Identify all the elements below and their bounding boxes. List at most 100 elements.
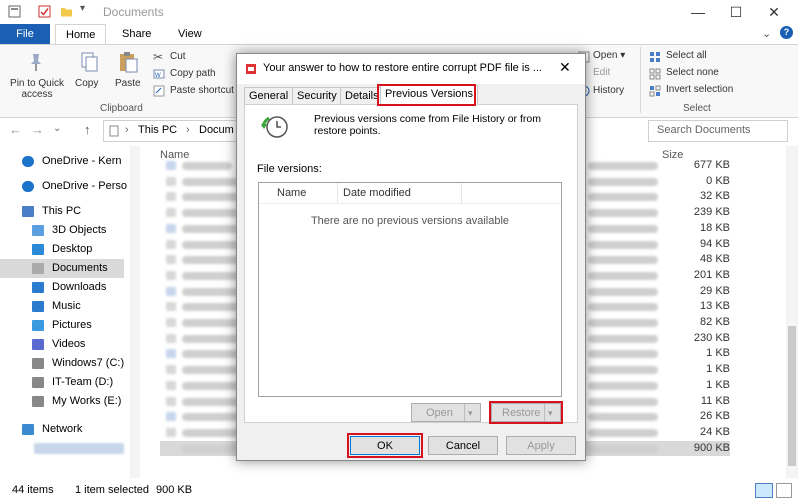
- column-divider: [337, 183, 338, 203]
- sidebar-item-music[interactable]: Music: [0, 297, 130, 316]
- file-type-blurred: [588, 177, 658, 186]
- cancel-button[interactable]: Cancel: [428, 436, 498, 455]
- search-input[interactable]: Search Documents: [648, 120, 788, 142]
- large-icons-view-icon[interactable]: [776, 483, 792, 498]
- network-computer-item[interactable]: [34, 443, 124, 454]
- pin-to-quick-access-button[interactable]: Pin to Quick access: [7, 78, 67, 100]
- versions-col-name[interactable]: Name: [277, 187, 306, 199]
- edit-button[interactable]: Edit: [593, 67, 610, 78]
- close-window-button[interactable]: ✕: [754, 2, 794, 22]
- up-icon[interactable]: ↑: [84, 122, 91, 137]
- document-icon: [32, 263, 44, 274]
- address-bar[interactable]: › This PC › Docum: [103, 120, 237, 142]
- sidebar-item-onedrive-kern[interactable]: OneDrive - Kern: [0, 152, 130, 171]
- file-type-blurred: [588, 397, 658, 406]
- file-size: 11 KB: [700, 394, 730, 407]
- copy-path-button[interactable]: Copy path: [170, 68, 216, 79]
- restore-highlight: [489, 401, 563, 424]
- file-type-blurred: [588, 428, 658, 437]
- tab-view[interactable]: View: [168, 24, 212, 44]
- pin-icon: [31, 54, 41, 71]
- tab-home[interactable]: Home: [55, 24, 107, 44]
- file-size: 32 KB: [700, 190, 730, 203]
- file-size: 82 KB: [700, 316, 730, 328]
- tab-file[interactable]: File: [0, 24, 50, 44]
- sidebar-item-label: Pictures: [52, 319, 92, 331]
- maximize-button[interactable]: ☐: [716, 2, 756, 22]
- open-label: Open: [593, 50, 618, 61]
- qat-dropdown-icon[interactable]: ▾: [80, 3, 85, 14]
- details-view-icon[interactable]: [755, 483, 773, 498]
- select-all-button[interactable]: Select all: [666, 50, 707, 61]
- back-icon[interactable]: ←: [9, 122, 22, 137]
- apply-button[interactable]: Apply: [506, 436, 576, 455]
- sidebar-item-videos[interactable]: Videos: [0, 335, 130, 354]
- sidebar-item-label: IT-Team (D:): [52, 376, 114, 388]
- file-icon: [166, 427, 176, 437]
- sidebar-item-label: This PC: [42, 205, 82, 217]
- versions-list[interactable]: Name Date modified There are no previous…: [258, 182, 562, 397]
- forward-icon[interactable]: →: [31, 122, 44, 137]
- select-none-icon: [649, 68, 661, 80]
- sidebar-item-label: OneDrive - Perso: [42, 180, 127, 192]
- new-folder-icon[interactable]: [60, 5, 73, 18]
- paste-button[interactable]: Paste: [115, 78, 141, 89]
- sidebar-item-this-pc[interactable]: This PC: [0, 202, 130, 221]
- versions-col-date[interactable]: Date modified: [343, 187, 411, 199]
- sidebar-item-it-team-d[interactable]: IT-Team (D:): [0, 373, 130, 392]
- help-icon[interactable]: ?: [780, 26, 793, 39]
- tab-share[interactable]: Share: [112, 24, 161, 44]
- info-text: Previous versions come from File History…: [314, 113, 569, 137]
- invert-selection-button[interactable]: Invert selection: [666, 84, 733, 95]
- open-version-button[interactable]: Open ▾: [411, 403, 481, 422]
- file-list-scrollbar[interactable]: [786, 146, 798, 478]
- recent-locations-icon[interactable]: ⌄: [53, 123, 61, 134]
- invert-selection-icon: [649, 85, 661, 97]
- file-icon: [166, 239, 176, 249]
- file-size: 13 KB: [700, 300, 730, 313]
- path-this-pc[interactable]: This PC: [138, 124, 177, 136]
- sidebar-item-pictures[interactable]: Pictures: [0, 316, 130, 335]
- sidebar-item-my-works-e[interactable]: My Works (E:): [0, 392, 130, 411]
- history-button[interactable]: History: [593, 85, 624, 96]
- tab-general[interactable]: General: [244, 87, 294, 105]
- sidebar-item-downloads[interactable]: Downloads: [0, 278, 130, 297]
- open-button[interactable]: Open ▾: [593, 50, 625, 61]
- dialog-close-icon[interactable]: ✕: [559, 59, 571, 76]
- file-size: 230 KB: [693, 331, 730, 344]
- sidebar-item-3d-objects[interactable]: 3D Objects: [0, 221, 130, 240]
- open-version-label: Open: [426, 407, 453, 419]
- cube-icon: [32, 225, 44, 236]
- cloud-icon: [22, 181, 34, 192]
- scrollbar-thumb[interactable]: [788, 326, 796, 466]
- path-documents[interactable]: Docum: [199, 124, 234, 136]
- column-divider: [461, 183, 462, 203]
- dialog-title: Your answer to how to restore entire cor…: [263, 62, 542, 74]
- file-size: 18 KB: [700, 221, 730, 234]
- cut-button[interactable]: Cut: [170, 51, 186, 62]
- file-type-blurred: [588, 240, 658, 249]
- sidebar-item-onedrive-perso[interactable]: OneDrive - Perso: [0, 177, 130, 196]
- file-type-blurred: [588, 413, 658, 422]
- file-icon: [166, 255, 176, 265]
- paste-icon: [120, 52, 138, 73]
- paste-shortcut-button[interactable]: Paste shortcut: [170, 85, 236, 96]
- copy-button[interactable]: Copy: [75, 78, 98, 89]
- file-type-blurred: [588, 162, 658, 170]
- file-size: 201 KB: [693, 268, 730, 281]
- minimize-button[interactable]: —: [678, 2, 718, 22]
- sidebar-item-documents[interactable]: Documents: [0, 259, 124, 278]
- file-size: 0 KB: [706, 174, 730, 187]
- file-size: 48 KB: [700, 253, 730, 266]
- properties-icon[interactable]: [38, 5, 51, 18]
- open-dropdown-icon[interactable]: ▾: [468, 404, 473, 423]
- tab-security[interactable]: Security: [292, 87, 342, 105]
- drive-icon: [32, 396, 44, 407]
- sidebar-item-desktop[interactable]: Desktop: [0, 240, 130, 259]
- sidebar-item-windows7-c[interactable]: Windows7 (C:): [0, 354, 130, 373]
- ribbon-expand-icon[interactable]: ⌄: [762, 27, 771, 40]
- sidebar-item-network[interactable]: Network: [0, 420, 130, 439]
- info-line-2: restore points.: [314, 125, 381, 137]
- select-none-button[interactable]: Select none: [666, 67, 719, 78]
- nav-scrollbar[interactable]: [130, 146, 140, 478]
